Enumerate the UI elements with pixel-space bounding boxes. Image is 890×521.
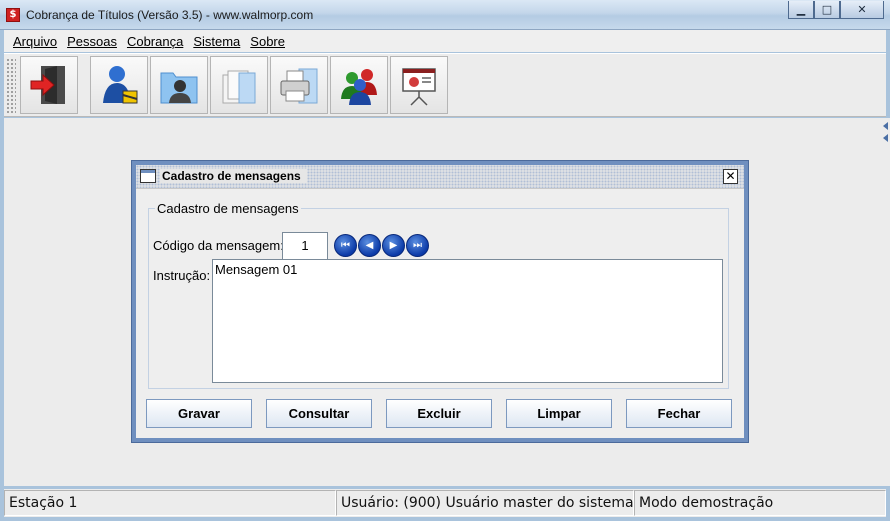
group-legend: Cadastro de mensagens [155, 201, 301, 216]
dialog-body: Cadastro de mensagens ✕ Cadastro de mens… [136, 165, 744, 438]
query-button[interactable]: Consultar [266, 399, 372, 428]
menu-arquivo[interactable]: Arquivo [8, 34, 62, 49]
exit-door-icon [30, 66, 65, 104]
next-record-button[interactable]: ▶ [382, 234, 405, 257]
toolbar-grip[interactable] [6, 58, 16, 114]
user-lock-icon [103, 66, 138, 104]
menu-bar: Arquivo Pessoas Cobrança Sistema Sobre [4, 30, 886, 52]
message-registration-dialog: Cadastro de mensagens ✕ Cadastro de mens… [131, 160, 749, 443]
print-button[interactable] [270, 56, 328, 114]
menu-pessoas[interactable]: Pessoas [62, 34, 122, 49]
arrow-left-icon [883, 134, 888, 142]
clear-button[interactable]: Limpar [506, 399, 612, 428]
dialog-title-bar[interactable]: Cadastro de mensagens ✕ [136, 165, 744, 189]
menu-sobre[interactable]: Sobre [245, 34, 290, 49]
menu-sistema[interactable]: Sistema [188, 34, 245, 49]
person-folder-icon [160, 72, 198, 104]
presentation-board-icon [402, 68, 436, 106]
presentation-button[interactable] [390, 56, 448, 114]
status-bar: Estação 1 Usuário: (900) Usuário master … [4, 489, 886, 517]
code-label: Código da mensagem: [153, 238, 284, 253]
close-icon: ✕ [857, 3, 867, 16]
arrow-left-icon [883, 122, 888, 130]
exit-button[interactable] [20, 56, 78, 114]
maximize-button[interactable]: □ [814, 1, 840, 19]
instruction-label: Instrução: [153, 268, 211, 283]
close-button[interactable]: Fechar [626, 399, 732, 428]
maximize-icon: □ [821, 3, 833, 16]
minimize-button[interactable]: ▁ [788, 1, 814, 19]
persons-button[interactable] [150, 56, 208, 114]
window-title-bar: $ Cobrança de Títulos (Versão 3.5) - www… [0, 0, 890, 30]
first-record-button[interactable]: ⏮ [334, 234, 357, 257]
users-admin-button[interactable] [90, 56, 148, 114]
window-controls: ▁ □ ✕ [788, 1, 884, 19]
close-window-button[interactable]: ✕ [840, 1, 884, 19]
previous-record-icon: ◀ [365, 240, 374, 251]
last-record-icon: ⏭ [413, 240, 422, 251]
status-station: Estação 1 [4, 490, 336, 516]
minimize-icon: ▁ [796, 3, 806, 16]
window-title: Cobrança de Títulos (Versão 3.5) - www.w… [26, 8, 314, 22]
last-record-button[interactable]: ⏭ [406, 234, 429, 257]
code-field[interactable]: 1 [282, 232, 328, 260]
documents-folder-icon [222, 70, 256, 104]
toolbar [4, 53, 886, 117]
app-icon: $ [6, 8, 20, 22]
dialog-title: Cadastro de mensagens [160, 169, 307, 183]
first-record-icon: ⏮ [341, 240, 350, 251]
dialog-actions: Gravar Consultar Excluir Limpar Fechar [146, 399, 732, 428]
printer-folder-icon [280, 68, 318, 104]
save-button[interactable]: Gravar [146, 399, 252, 428]
groups-button[interactable] [330, 56, 388, 114]
menu-cobranca[interactable]: Cobrança [122, 34, 188, 49]
dialog-close-button[interactable]: ✕ [723, 169, 738, 184]
next-record-icon: ▶ [389, 240, 398, 251]
documents-button[interactable] [210, 56, 268, 114]
status-mode: Modo demostração [634, 490, 886, 516]
status-user: Usuário: (900) Usuário master do sistema [336, 490, 634, 516]
close-icon: ✕ [725, 169, 736, 183]
users-group-icon [341, 69, 377, 105]
record-navigation: ⏮ ◀ ▶ ⏭ [334, 234, 429, 257]
side-scroll-arrows[interactable] [880, 118, 890, 486]
window-icon [140, 169, 156, 183]
previous-record-button[interactable]: ◀ [358, 234, 381, 257]
delete-button[interactable]: Excluir [386, 399, 492, 428]
instruction-textarea[interactable]: Mensagem 01 [212, 259, 723, 383]
